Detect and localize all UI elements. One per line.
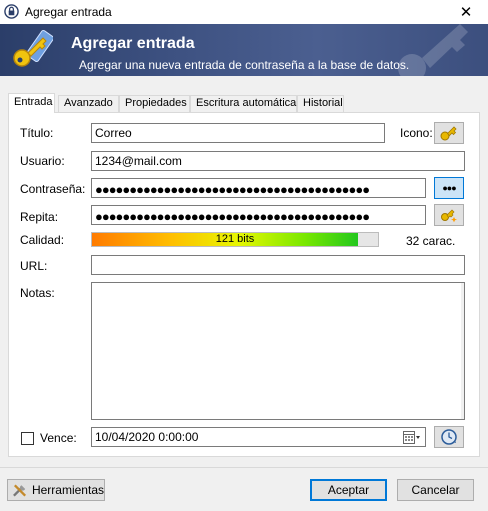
tab-avanzado[interactable]: Avanzado bbox=[58, 95, 119, 112]
keepass-lock-icon bbox=[4, 4, 19, 19]
close-icon[interactable]: ✕ bbox=[444, 0, 488, 24]
tab-entrada[interactable]: Entrada bbox=[8, 93, 55, 113]
expiry-datetime-value: 10/04/2020 0:00:00 bbox=[95, 430, 199, 444]
cancel-button-label: Cancelar bbox=[411, 483, 460, 497]
calendar-icon[interactable] bbox=[403, 431, 421, 444]
ok-button-label: Aceptar bbox=[327, 483, 370, 497]
repeat-password-field[interactable]: ●●●●●●●●●●●●●●●●●●●●●●●●●●●●●●●●●●●●●●●● bbox=[91, 205, 426, 225]
banner-title: Agregar entrada bbox=[71, 35, 195, 52]
window-title: Agregar entrada bbox=[25, 5, 112, 19]
quality-label: Calidad: bbox=[20, 233, 65, 247]
header-banner: Agregar entrada Agregar una nueva entrad… bbox=[0, 24, 488, 76]
password-label: Contraseña: bbox=[20, 182, 86, 196]
notes-textarea[interactable] bbox=[91, 282, 465, 420]
refresh-clock-icon bbox=[441, 429, 457, 445]
quality-bar: 121 bits bbox=[91, 232, 379, 247]
password-generator-button[interactable] bbox=[434, 204, 464, 226]
key-icon bbox=[440, 126, 457, 141]
url-label: URL: bbox=[20, 259, 48, 273]
notes-scrollbar[interactable] bbox=[461, 283, 464, 419]
password-field[interactable]: ●●●●●●●●●●●●●●●●●●●●●●●●●●●●●●●●●●●●●●●● bbox=[91, 178, 426, 198]
ok-button[interactable]: Aceptar bbox=[310, 479, 387, 501]
cancel-button[interactable]: Cancelar bbox=[397, 479, 474, 501]
expiry-presets-button[interactable] bbox=[434, 426, 464, 448]
tab-escritura-automatica[interactable]: Escritura automática bbox=[190, 95, 297, 112]
tab-propiedades[interactable]: Propiedades bbox=[119, 95, 190, 112]
tools-icon bbox=[13, 484, 27, 497]
user-label: Usuario: bbox=[20, 154, 65, 168]
quality-bits: 121 bits bbox=[215, 233, 255, 245]
tools-button-label: Herramientas bbox=[31, 483, 104, 497]
url-field[interactable] bbox=[91, 255, 465, 275]
entry-panel: Título: Correo Icono: Usuario: 1234@mail… bbox=[8, 112, 480, 457]
password-generator-icon bbox=[441, 209, 457, 223]
notes-label: Notas: bbox=[20, 286, 55, 300]
title-label: Título: bbox=[20, 126, 54, 140]
footer-divider bbox=[0, 467, 488, 468]
show-password-button[interactable]: ●●● bbox=[434, 177, 464, 199]
key-icon bbox=[13, 29, 53, 67]
icon-picker-button[interactable] bbox=[434, 122, 464, 144]
expiry-datetime-picker[interactable]: 10/04/2020 0:00:00 bbox=[91, 427, 426, 447]
tab-historial[interactable]: Historial bbox=[297, 95, 344, 112]
title-field[interactable]: Correo bbox=[91, 123, 385, 143]
tools-button[interactable]: Herramientas bbox=[7, 479, 105, 501]
user-field[interactable]: 1234@mail.com bbox=[91, 151, 465, 171]
char-count: 32 carac. bbox=[406, 234, 456, 248]
icon-label: Icono: bbox=[400, 126, 433, 140]
expires-checkbox[interactable] bbox=[21, 432, 34, 445]
title-bar: Agregar entrada ✕ bbox=[0, 0, 488, 24]
expires-label: Vence: bbox=[40, 431, 77, 445]
banner-subtitle: Agregar una nueva entrada de contraseña … bbox=[79, 58, 410, 72]
repeat-label: Repita: bbox=[20, 210, 59, 224]
